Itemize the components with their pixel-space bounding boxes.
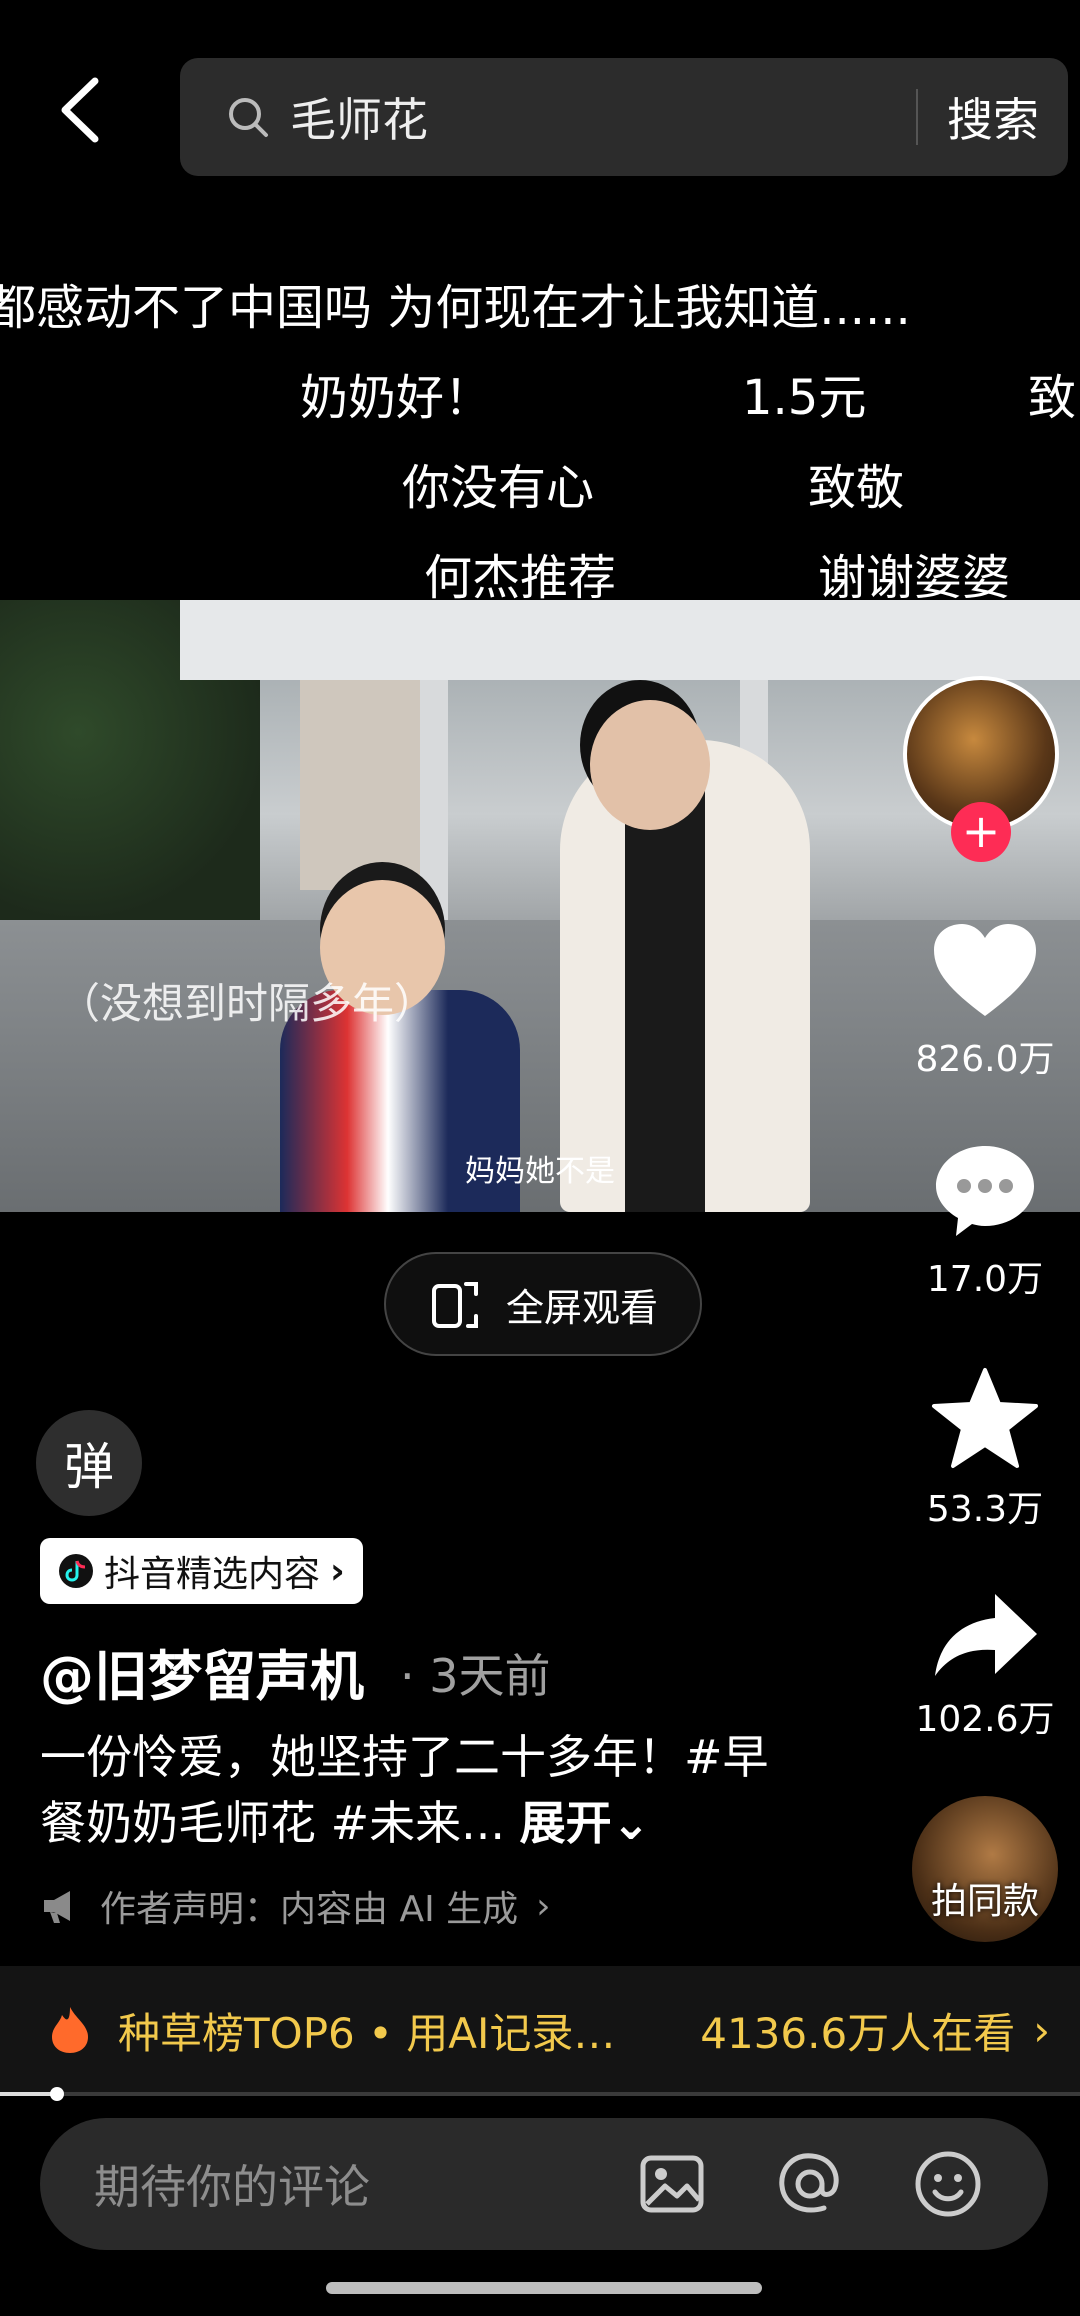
favorite-count: 53.3万 bbox=[926, 1489, 1044, 1530]
danmaku-comment: 谢谢婆婆 bbox=[818, 550, 1011, 606]
expand-button[interactable]: 展开⌄ bbox=[520, 1796, 651, 1850]
post-description: 一份怜爱，她坚持了二十多年！#早餐奶奶毛师花 #未来... 展开⌄ bbox=[40, 1724, 800, 1856]
share-count: 102.6万 bbox=[915, 1699, 1055, 1740]
follow-button[interactable]: + bbox=[951, 802, 1011, 862]
fullscreen-label: 全屏观看 bbox=[505, 1285, 658, 1330]
like-button[interactable]: 826.0万 bbox=[895, 920, 1075, 1082]
comment-placeholder[interactable]: 期待你的评论 bbox=[94, 2151, 634, 2217]
post-time: · 3天前 bbox=[400, 1649, 551, 1703]
video-scene-woman-head bbox=[590, 700, 710, 830]
share-button[interactable]: 102.6万 bbox=[895, 1588, 1075, 1742]
danmaku-comment: 致 bbox=[1028, 370, 1077, 426]
danmaku-comment: 奶奶好！ bbox=[300, 370, 493, 426]
danmaku-toggle-button[interactable]: 弹 bbox=[36, 1410, 142, 1516]
danmaku-comment: 你没有心 bbox=[402, 460, 595, 516]
heart-icon bbox=[934, 924, 1036, 1016]
author-name[interactable]: @旧梦留声机 bbox=[40, 1632, 364, 1711]
danmaku-comment: 致敬 bbox=[808, 460, 905, 516]
at-icon[interactable] bbox=[772, 2146, 848, 2222]
description-text: 一份怜爱，她坚持了二十多年！#早餐奶奶毛师花 #未来... bbox=[40, 1730, 769, 1850]
comment-icon bbox=[936, 1146, 1034, 1236]
fire-icon bbox=[52, 2007, 88, 2053]
favorite-button[interactable]: 53.3万 bbox=[895, 1366, 1075, 1532]
share-icon bbox=[935, 1594, 1037, 1676]
video-caption-left: （没想到时隔多年） bbox=[58, 979, 437, 1028]
trend-viewers: 4136.6万人在看 bbox=[700, 2008, 1016, 2058]
chevron-right-icon: › bbox=[330, 1550, 345, 1592]
declaration-text: 作者声明：内容由 AI 生成 bbox=[100, 1889, 519, 1930]
comment-input-bar[interactable]: 期待你的评论 bbox=[40, 2118, 1048, 2250]
back-button[interactable] bbox=[40, 70, 120, 150]
chevron-right-icon: › bbox=[1033, 2005, 1050, 2055]
danmaku-comment: 何杰推荐 bbox=[424, 550, 617, 606]
like-count: 826.0万 bbox=[915, 1039, 1055, 1080]
fullscreen-button[interactable]: 全屏观看 bbox=[384, 1252, 702, 1356]
search-input[interactable]: 毛师花 bbox=[290, 84, 916, 150]
image-icon[interactable] bbox=[634, 2146, 710, 2222]
back-arrow-icon bbox=[61, 77, 99, 143]
danmaku-comment: 都感动不了中国吗 为何现在才让我知道...... bbox=[0, 280, 911, 336]
home-indicator[interactable] bbox=[326, 2282, 762, 2294]
same-style-button[interactable]: 拍同款 bbox=[912, 1796, 1058, 1942]
trend-bar[interactable]: 种草榜TOP6 • 用AI记录… 4136.6万人在看 › bbox=[0, 1966, 1080, 2094]
video-scene-building bbox=[300, 680, 420, 890]
badge-label: 抖音精选内容 bbox=[104, 1554, 321, 1595]
video-player[interactable]: （没想到时隔多年） 妈妈她不是 bbox=[0, 600, 1080, 1212]
search-bar[interactable]: 毛师花 搜索 bbox=[180, 58, 1068, 176]
selected-content-badge[interactable]: 抖音精选内容 › bbox=[40, 1538, 363, 1604]
star-icon bbox=[932, 1368, 1038, 1468]
comment-button[interactable]: 17.0万 bbox=[895, 1140, 1075, 1302]
search-icon bbox=[224, 93, 272, 141]
progress-handle[interactable] bbox=[50, 2087, 64, 2101]
fullscreen-icon bbox=[431, 1282, 478, 1328]
progress-fill bbox=[0, 2092, 56, 2096]
video-scene-canopy bbox=[180, 600, 1080, 680]
chevron-down-icon: ⌄ bbox=[611, 1796, 651, 1850]
emoji-icon[interactable] bbox=[910, 2146, 986, 2222]
comment-count: 17.0万 bbox=[926, 1259, 1044, 1300]
megaphone-icon bbox=[44, 1891, 70, 1923]
chevron-right-icon: › bbox=[536, 1885, 551, 1927]
douyin-logo-icon bbox=[59, 1554, 93, 1588]
video-progress-bar[interactable] bbox=[0, 2087, 1080, 2101]
danmaku-comment: 1.5元 bbox=[742, 370, 867, 426]
same-style-label: 拍同款 bbox=[930, 1881, 1039, 1922]
search-button[interactable]: 搜索 bbox=[918, 84, 1068, 150]
trend-label: 种草榜TOP6 • 用AI记录… bbox=[118, 2008, 616, 2058]
author-declaration[interactable]: 作者声明：内容由 AI 生成 › bbox=[40, 1880, 551, 1932]
